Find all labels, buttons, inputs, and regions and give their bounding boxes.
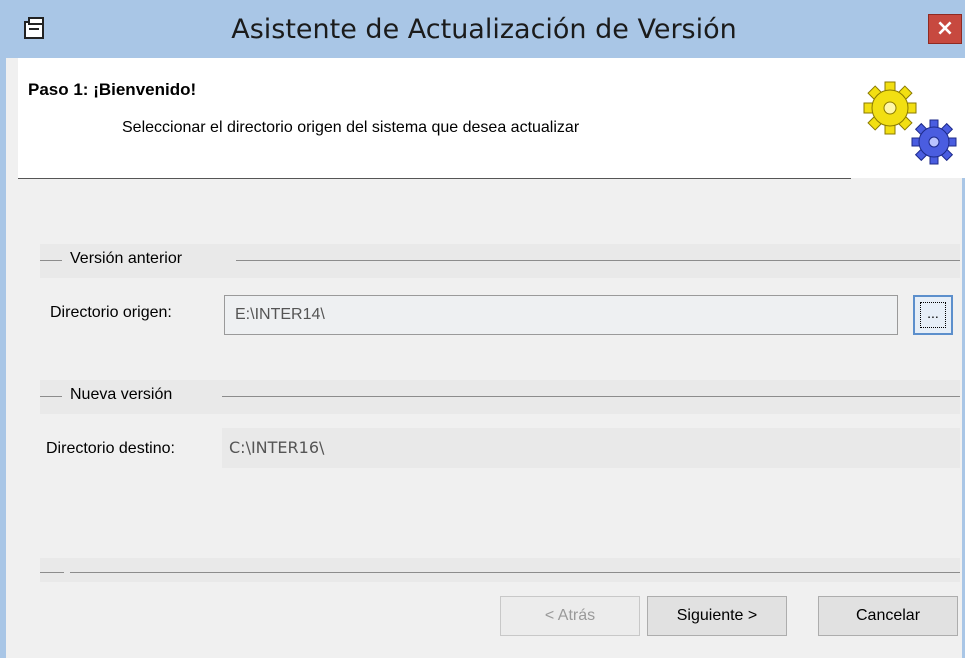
browse-button[interactable]: ...: [913, 295, 953, 335]
wizard-header: [18, 58, 965, 178]
footer-divider: [70, 572, 960, 573]
group-line-left: [40, 260, 62, 261]
new-version-label: Nueva versión: [70, 386, 173, 403]
origin-directory-label: Directorio origen:: [50, 304, 172, 321]
new-version-group: [40, 380, 960, 414]
group-line-right: [236, 260, 960, 261]
cancel-button[interactable]: Cancelar: [818, 596, 958, 636]
footer-separator-band: [40, 558, 960, 582]
group-line-left: [40, 396, 62, 397]
footer-divider-left: [40, 572, 64, 573]
close-button[interactable]: ×: [928, 14, 962, 44]
next-button[interactable]: Siguiente >: [647, 596, 787, 636]
title-bar[interactable]: Asistente de Actualización de Versión ×: [0, 0, 965, 58]
header-divider: [18, 178, 851, 179]
dest-directory-field: [222, 428, 960, 468]
step-title: Paso 1: ¡Bienvenido!: [28, 80, 197, 99]
wizard-window: Asistente de Actualización de Versión × …: [0, 0, 965, 658]
origin-directory-field[interactable]: E:\INTER14\: [224, 295, 898, 335]
window-title: Asistente de Actualización de Versión: [231, 14, 737, 45]
step-description: Seleccionar el directorio origen del sis…: [122, 119, 580, 136]
back-button[interactable]: < Atrás: [500, 596, 640, 636]
dest-directory-value: C:\INTER16\: [229, 438, 325, 457]
previous-version-label: Versión anterior: [70, 250, 183, 267]
browse-button-label: ...: [920, 302, 946, 328]
dest-directory-label: Directorio destino:: [46, 440, 175, 457]
gears-icon: [863, 81, 957, 165]
group-line-right: [222, 396, 960, 397]
